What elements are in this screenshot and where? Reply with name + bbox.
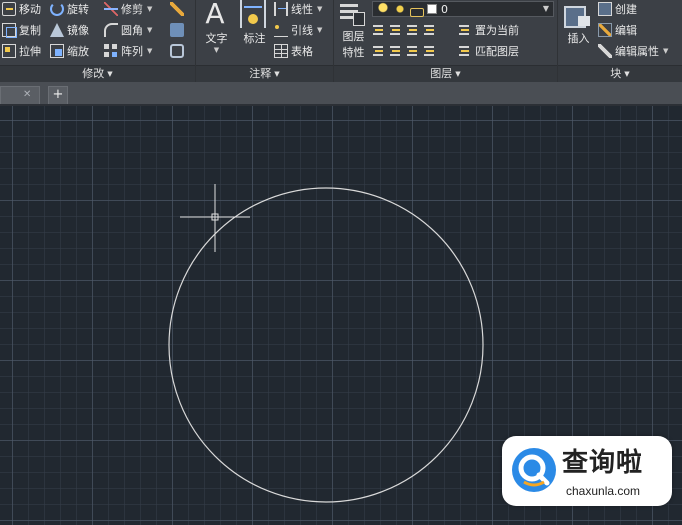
scale-button[interactable]: 缩放	[50, 42, 89, 60]
unlock-icon	[410, 7, 424, 17]
drawing-tab[interactable]: ✕	[0, 86, 40, 104]
set-current-icon	[458, 23, 472, 37]
array-icon	[104, 44, 118, 58]
erase-button[interactable]	[170, 21, 187, 39]
modify-panel-title[interactable]: 修改 ▼	[0, 65, 195, 82]
move-icon	[2, 2, 16, 16]
leader-icon	[274, 23, 288, 37]
layer-row2-tools	[372, 21, 440, 39]
watermark-text-cn: 查询啦	[562, 448, 644, 478]
stretch-button[interactable]: 拉伸	[2, 42, 41, 60]
close-icon[interactable]: ✕	[23, 89, 31, 100]
layer-color-swatch	[427, 4, 437, 14]
layer-row3-tools	[372, 42, 440, 60]
new-tab-button[interactable]: +	[48, 86, 68, 104]
block-panel: 插入 创建 编辑 编辑属性 ▼ 块 ▼	[558, 0, 682, 82]
copy-icon	[2, 23, 17, 38]
leader-button[interactable]: 引线 ▼	[274, 21, 322, 39]
sun-icon	[393, 2, 407, 16]
annotation-panel-title[interactable]: 注释 ▼	[196, 65, 333, 82]
offset-icon	[170, 44, 184, 58]
layer-unisolate-icon[interactable]	[389, 44, 403, 58]
scale-icon	[50, 44, 64, 58]
layer-dropdown[interactable]: 0 ▼	[372, 1, 554, 17]
layer-lock-icon[interactable]	[423, 23, 437, 37]
file-tab-bar: ✕ +	[0, 82, 682, 106]
modify-panel: 移动 旋转 修剪 ▼ 复制 镜像 圆角 ▼ 拉伸 缩放 阵列 ▼ 修改 ▼	[0, 0, 196, 82]
dimension-button[interactable]: 标注	[240, 0, 269, 46]
expand-arrow-icon: ▼	[107, 70, 113, 78]
edit-block-button[interactable]: 编辑	[598, 21, 637, 39]
fillet-icon	[104, 23, 118, 37]
copy-button[interactable]: 复制	[2, 21, 41, 39]
table-icon	[274, 44, 288, 58]
create-block-icon	[598, 2, 612, 16]
text-icon: A	[205, 0, 225, 30]
edit-attributes-button[interactable]: 编辑属性 ▼	[598, 42, 668, 60]
layer-freeze-icon[interactable]	[406, 23, 420, 37]
chevron-down-icon: ▼	[542, 4, 549, 13]
text-button[interactable]: A 文字 ▼	[202, 0, 231, 54]
mirror-button[interactable]: 镜像	[50, 21, 89, 39]
block-panel-title[interactable]: 块 ▼	[558, 65, 682, 82]
match-layer-icon	[458, 44, 472, 58]
dimension-icon	[240, 0, 266, 28]
linear-button[interactable]: 线性 ▼	[274, 0, 322, 18]
edit-block-icon	[598, 23, 612, 37]
leader-dropdown-icon[interactable]: ▼	[317, 26, 322, 34]
linear-dimension-icon	[274, 2, 288, 16]
linear-dropdown-icon[interactable]: ▼	[317, 5, 322, 13]
insert-button[interactable]: 插入	[562, 2, 595, 46]
watermark: 查询啦 chaxunla.com	[502, 436, 672, 506]
trim-button[interactable]: 修剪 ▼	[104, 0, 152, 18]
layer-on-icon[interactable]	[372, 44, 386, 58]
drawn-circle[interactable]	[168, 187, 484, 503]
text-dropdown-icon[interactable]: ▼	[214, 46, 219, 54]
array-button[interactable]: 阵列 ▼	[104, 42, 152, 60]
stretch-icon	[2, 44, 16, 58]
create-block-button[interactable]: 创建	[598, 0, 637, 18]
rotate-icon	[50, 2, 64, 16]
annotation-panel: A 文字 ▼ 标注 线性 ▼ 引线 ▼ 表格 注释 ▼	[196, 0, 334, 82]
match-layer-button[interactable]: 匹配图层	[458, 42, 519, 60]
watermark-text-en: chaxunla.com	[566, 484, 641, 498]
layer-isolate-icon[interactable]	[389, 23, 403, 37]
mirror-icon	[50, 23, 64, 37]
lightbulb-icon	[376, 2, 390, 16]
plus-icon: +	[52, 87, 64, 102]
layer-off-icon[interactable]	[372, 23, 386, 37]
current-layer-name: 0	[441, 2, 448, 16]
table-button[interactable]: 表格	[274, 42, 313, 60]
layer-properties-button[interactable]: 图层 特性	[338, 0, 369, 60]
trim-icon	[104, 2, 118, 16]
move-button[interactable]: 移动	[2, 0, 41, 18]
insert-block-icon	[562, 2, 592, 28]
draw-order-button[interactable]	[170, 0, 187, 18]
crosshair-cursor	[180, 184, 250, 252]
edit-attributes-dropdown-icon[interactable]: ▼	[663, 47, 668, 55]
layer-unlock-icon[interactable]	[423, 44, 437, 58]
layer-thaw-icon[interactable]	[406, 44, 420, 58]
expand-arrow-icon: ▼	[274, 70, 280, 78]
fillet-dropdown-icon[interactable]: ▼	[147, 26, 152, 34]
expand-arrow-icon: ▼	[624, 70, 630, 78]
expand-arrow-icon: ▼	[455, 70, 461, 78]
array-dropdown-icon[interactable]: ▼	[147, 47, 152, 55]
trim-dropdown-icon[interactable]: ▼	[147, 5, 152, 13]
layers-panel-title[interactable]: 图层 ▼	[334, 65, 557, 82]
watermark-logo-icon	[512, 448, 556, 492]
fillet-button[interactable]: 圆角 ▼	[104, 21, 152, 39]
layer-properties-icon	[338, 0, 366, 28]
offset-button[interactable]	[170, 42, 187, 60]
edit-attributes-icon	[598, 44, 612, 58]
erase-icon	[170, 23, 184, 37]
set-current-button[interactable]: 置为当前	[458, 21, 519, 39]
pencil-icon	[170, 2, 184, 16]
rotate-button[interactable]: 旋转	[50, 0, 89, 18]
ribbon: 移动 旋转 修剪 ▼ 复制 镜像 圆角 ▼ 拉伸 缩放 阵列 ▼ 修改 ▼ A …	[0, 0, 682, 82]
